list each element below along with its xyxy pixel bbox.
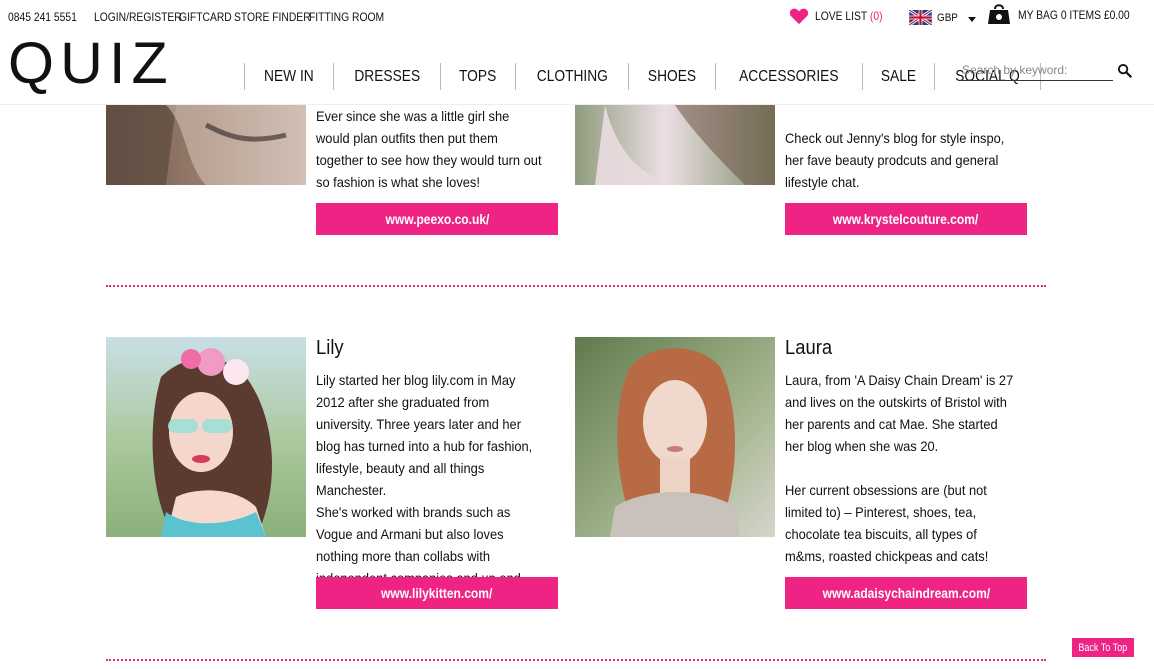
site-header: 0845 241 5551 LOGIN/REGISTER GIFTCARD ST… (0, 0, 1154, 105)
giftcard-link[interactable]: GIFTCARD (179, 10, 232, 24)
login-register-link[interactable]: LOGIN/REGISTER (94, 10, 182, 24)
uk-flag-icon (909, 10, 932, 25)
shopping-bag-icon (988, 4, 1010, 24)
dotted-divider (106, 285, 1046, 287)
search-icon[interactable] (1117, 63, 1132, 78)
my-bag-link[interactable]: MY BAG 0 ITEMS £0.00 (987, 1, 1148, 25)
currency-label: GBP (937, 11, 958, 24)
currency-selector[interactable]: GBP (909, 10, 977, 25)
blogger-photo (575, 105, 775, 185)
blogger-bio: Check out Jenny's blog for style inspo, … (785, 130, 1005, 190)
blogger-photo-laura (575, 337, 775, 537)
blogger-photo-lily (106, 337, 306, 537)
phone-number: 0845 241 5551 (8, 10, 77, 24)
love-list-link[interactable]: LOVE LIST (0) (789, 6, 894, 26)
heart-icon (789, 8, 809, 25)
nav-new-in[interactable]: NEW IN (244, 63, 333, 90)
love-list-label: LOVE LIST (815, 9, 868, 23)
nav-sale[interactable]: SALE (861, 63, 934, 90)
back-to-top-button[interactable]: Back To Top (1072, 638, 1134, 657)
blogger-bio: Laura, from 'A Daisy Chain Dream' is 27 … (785, 372, 1014, 564)
dotted-divider (106, 659, 1046, 661)
blogger-name: Laura (785, 337, 833, 359)
blogger-photo (106, 105, 306, 185)
fitting-room-link[interactable]: FITTING ROOM (309, 10, 384, 24)
nav-clothing[interactable]: CLOTHING (514, 63, 629, 90)
blog-link-button[interactable]: www.adaisychaindream.com/ (785, 577, 1027, 609)
nav-accessories[interactable]: ACCESSORIES (715, 63, 862, 90)
blogger-bio: Ever since she was a little girl she wou… (316, 108, 542, 190)
search-input[interactable] (962, 60, 1113, 81)
main-nav: NEW IN DRESSES TOPS CLOTHING SHOES ACCES… (244, 63, 1041, 90)
blogger-name: Lily (316, 337, 344, 359)
nav-tops[interactable]: TOPS (440, 63, 514, 90)
love-list-count: (0) (869, 9, 883, 23)
store-finder-link[interactable]: STORE FINDER (234, 10, 311, 24)
chevron-down-icon (968, 16, 977, 22)
blog-link-button[interactable]: www.peexo.co.uk/ (316, 203, 558, 235)
blogger-bio: Lily started her blog lily.com in May 20… (316, 372, 533, 608)
quiz-logo[interactable]: QUIZ (8, 34, 174, 94)
blog-link-button[interactable]: www.krystelcouture.com/ (785, 203, 1027, 235)
bag-summary: MY BAG 0 ITEMS £0.00 (1018, 8, 1130, 22)
nav-shoes[interactable]: SHOES (628, 63, 715, 90)
nav-dresses[interactable]: DRESSES (332, 63, 440, 90)
blog-link-button[interactable]: www.lilykitten.com/ (316, 577, 558, 609)
